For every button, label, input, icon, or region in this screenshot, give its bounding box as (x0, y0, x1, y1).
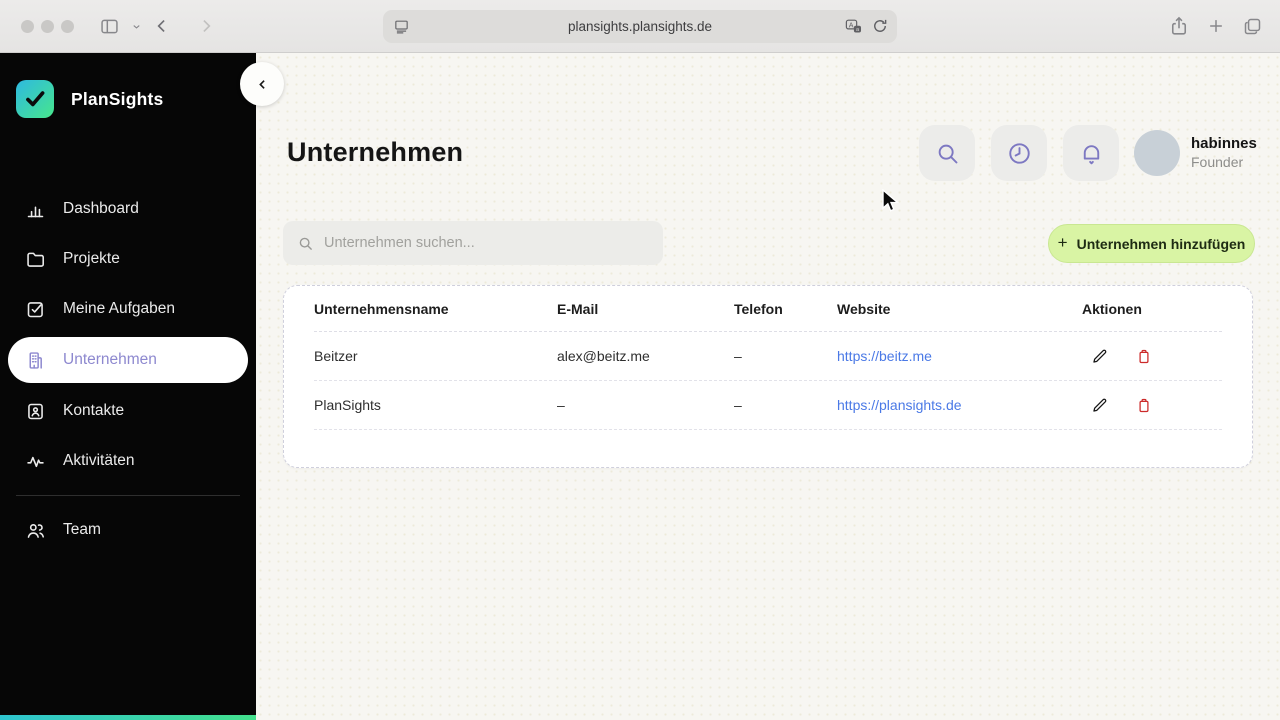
search-icon (934, 140, 961, 167)
cell-email: – (557, 397, 565, 413)
tabs-overview-icon[interactable] (1242, 16, 1263, 37)
sidebar-accent-strip (0, 715, 256, 720)
company-search (283, 221, 663, 265)
sidebar-item-projekte[interactable]: Projekte (8, 237, 248, 281)
sidebar-item-label: Unternehmen (63, 351, 157, 368)
cell-website-link[interactable]: https://plansights.de (837, 397, 962, 413)
cell-website-link[interactable]: https://beitz.me (837, 348, 932, 364)
sidebar-item-team[interactable]: Team (8, 508, 248, 552)
sidebar-item-label: Kontakte (63, 402, 125, 419)
column-header-website: Website (837, 300, 891, 317)
new-tab-icon[interactable] (1206, 16, 1226, 36)
column-header-email: E-Mail (557, 300, 599, 317)
bell-icon (1078, 140, 1105, 167)
column-header-phone: Telefon (734, 300, 783, 317)
cell-email: alex@beitz.me (557, 348, 650, 364)
table-header-row: Unternehmensname E-Mail Telefon Website … (314, 286, 1222, 332)
page-title: Unternehmen (287, 137, 464, 167)
notifications-button[interactable] (1063, 125, 1119, 181)
brand: PlanSights (16, 80, 163, 118)
pencil-icon[interactable] (1090, 347, 1109, 366)
sidebar-item-label: Team (63, 521, 101, 538)
search-icon (297, 235, 314, 252)
window-close-button[interactable] (21, 20, 34, 33)
activity-icon (24, 451, 46, 472)
sidebar-item-label: Projekte (63, 250, 120, 267)
sidebar-divider (16, 495, 240, 496)
plansights-logo-icon (16, 80, 54, 118)
pencil-icon[interactable] (1090, 396, 1109, 415)
clock-icon (1006, 140, 1033, 167)
sidebar-item-aktivitaeten[interactable]: Aktivitäten (8, 439, 248, 483)
sidebar-collapse-button[interactable] (240, 62, 284, 106)
brand-name: PlanSights (71, 88, 164, 109)
main-content: Unternehmen habinnes Founder + Unternehm… (256, 53, 1280, 720)
reader-view-icon[interactable] (393, 18, 410, 35)
column-header-actions: Aktionen (1082, 300, 1142, 317)
browser-chrome: plansights.plansights.de Aa (0, 0, 1280, 53)
sidebar-item-meine-aufgaben[interactable]: Meine Aufgaben (8, 287, 248, 331)
user-meta: habinnes Founder (1191, 135, 1257, 170)
sidebar-toggle-icon[interactable] (99, 16, 120, 37)
cell-company-name: Beitzer (314, 348, 358, 364)
reload-icon[interactable] (871, 17, 889, 36)
address-bar[interactable]: plansights.plansights.de Aa (383, 10, 897, 43)
add-company-label: Unternehmen hinzufügen (1076, 235, 1246, 252)
table-row: Beitzer alex@beitz.me – https://beitz.me (314, 332, 1222, 381)
share-icon[interactable] (1168, 14, 1190, 38)
bar-chart-icon (24, 199, 46, 220)
chevron-down-icon[interactable] (131, 21, 142, 32)
user-name: habinnes (1191, 135, 1257, 152)
users-icon (24, 520, 46, 541)
companies-table-card: Unternehmensname E-Mail Telefon Website … (283, 285, 1253, 468)
building-icon (24, 350, 46, 371)
svg-text:A: A (849, 21, 854, 29)
sidebar-item-label: Dashboard (63, 200, 139, 217)
company-search-input[interactable] (324, 235, 649, 251)
cell-company-name: PlanSights (314, 397, 381, 413)
window-minimize-button[interactable] (41, 20, 54, 33)
user-avatar[interactable] (1134, 130, 1180, 176)
trash-icon[interactable] (1135, 347, 1153, 366)
translate-icon[interactable]: Aa (844, 17, 863, 36)
global-search-button[interactable] (919, 125, 975, 181)
column-header-name: Unternehmensname (314, 300, 449, 317)
user-role: Founder (1191, 154, 1244, 170)
sidebar-item-label: Aktivitäten (63, 452, 135, 469)
folder-icon (24, 249, 46, 270)
contact-card-icon (24, 401, 46, 422)
table-row: PlanSights – – https://plansights.de (314, 381, 1222, 430)
sidebar-item-label: Meine Aufgaben (63, 300, 176, 317)
sidebar-item-kontakte[interactable]: Kontakte (8, 389, 248, 433)
sidebar-item-unternehmen[interactable]: Unternehmen (8, 337, 248, 383)
forward-icon[interactable] (196, 16, 216, 36)
add-company-button[interactable]: + Unternehmen hinzufügen (1048, 224, 1255, 263)
sidebar-item-dashboard[interactable]: Dashboard (8, 187, 248, 231)
url-text: plansights.plansights.de (567, 19, 713, 34)
cell-phone: – (734, 348, 742, 364)
sidebar-nav: Dashboard Projekte Meine Aufgaben Untern… (0, 181, 256, 558)
trash-icon[interactable] (1135, 396, 1153, 415)
history-button[interactable] (991, 125, 1047, 181)
cell-phone: – (734, 397, 742, 413)
back-icon[interactable] (152, 16, 172, 36)
window-zoom-button[interactable] (61, 20, 74, 33)
sidebar: PlanSights Dashboard Projekte Meine Aufg… (0, 53, 284, 720)
plus-icon: + (1057, 233, 1068, 252)
check-square-icon (24, 299, 46, 320)
